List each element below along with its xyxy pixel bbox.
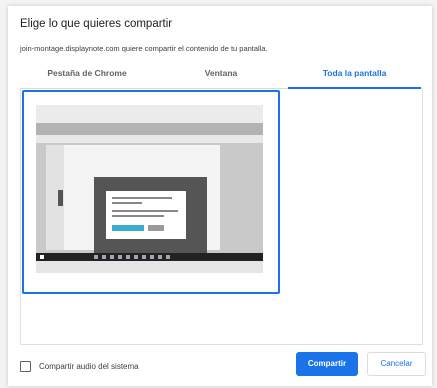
- share-audio-label: Compartir audio del sistema: [39, 362, 139, 371]
- screen-list: [20, 88, 423, 345]
- preview-toolbar: [36, 135, 263, 143]
- share-audio-checkbox[interactable]: [20, 361, 31, 372]
- dialog-title: Elige lo que quieres compartir: [20, 18, 173, 30]
- share-screen-dialog: Elige lo que quieres compartir join-mont…: [8, 6, 432, 386]
- preview-taskbar: [36, 253, 263, 261]
- tab-entire-screen[interactable]: Toda la pantalla: [288, 64, 421, 89]
- preview-browser-window: [36, 123, 263, 257]
- preview-handle: [58, 190, 63, 206]
- entire-screen-thumbnail[interactable]: [22, 90, 280, 294]
- source-tabs: Pestaña de Chrome Ventana Toda la pantal…: [20, 64, 421, 89]
- preview-tab-bar: [36, 123, 263, 135]
- dialog-subtitle: join-montage.displaynote.com quiere comp…: [20, 44, 268, 53]
- tab-window[interactable]: Ventana: [154, 64, 288, 88]
- preview-modal-overlay: [94, 177, 207, 257]
- preview-desktop-bottom: [36, 261, 263, 273]
- share-button[interactable]: Compartir: [296, 352, 358, 376]
- screen-preview: [36, 105, 263, 273]
- tab-chrome-tab[interactable]: Pestaña de Chrome: [20, 64, 154, 88]
- preview-modal-secondary: [148, 225, 164, 231]
- preview-modal: [106, 191, 186, 239]
- cancel-button[interactable]: Cancelar: [367, 352, 426, 376]
- preview-modal-primary: [112, 225, 144, 231]
